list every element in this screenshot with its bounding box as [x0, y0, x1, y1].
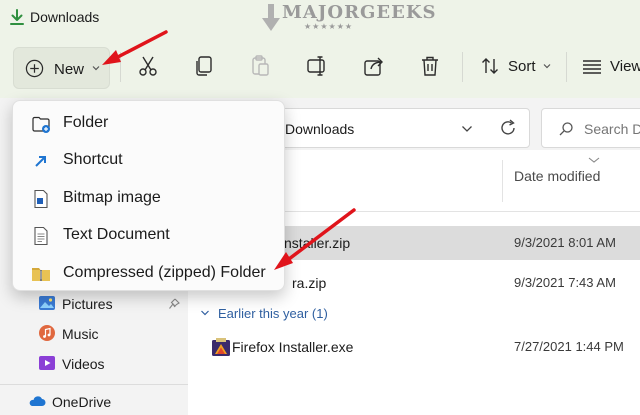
column-date-modified[interactable]: Date modified [514, 168, 600, 184]
download-icon [10, 9, 24, 25]
view-button-label: View [610, 58, 640, 75]
sort-icon [482, 58, 498, 74]
file-date: 7/27/2021 1:44 PM [514, 339, 624, 354]
file-name: Firefox Installer.exe [232, 339, 354, 355]
menu-item-label: Compressed (zipped) Folder [63, 264, 266, 281]
cloud-icon [29, 396, 46, 406]
command-bar: New Sort View [0, 38, 640, 98]
view-button[interactable]: View [578, 50, 640, 84]
firefox-installer-icon [212, 338, 230, 356]
group-header[interactable]: Earlier this year (1) [200, 306, 328, 321]
folder-new-icon [32, 116, 50, 133]
new-button-label: New [54, 61, 85, 78]
menu-item-text-document[interactable]: Text Document [17, 217, 282, 253]
view-list-icon [583, 60, 601, 74]
share-icon[interactable] [362, 54, 386, 78]
group-header-label: Earlier this year (1) [218, 306, 328, 321]
file-name: ra.zip [292, 275, 327, 291]
nav-item-music[interactable]: Music [38, 322, 188, 346]
nav-item-pictures[interactable]: Pictures [38, 292, 188, 316]
nav-item-label: Music [62, 326, 99, 342]
breadcrumb[interactable]: Downloads [285, 121, 354, 137]
menu-item-bitmap-image[interactable]: Bitmap image [17, 180, 282, 216]
new-button[interactable]: New [13, 47, 110, 89]
nav-item-label: Videos [62, 356, 105, 372]
window-title: Downloads [30, 9, 100, 25]
file-date: 9/3/2021 7:43 AM [514, 275, 616, 290]
watermark-stars: ★★★★★★ [304, 22, 354, 31]
refresh-icon[interactable] [498, 118, 518, 138]
toolbar-separator [462, 52, 463, 82]
column-divider [502, 160, 503, 202]
text-document-icon [34, 226, 48, 246]
cut-icon[interactable] [136, 54, 160, 78]
chevron-down-icon [201, 310, 209, 316]
menu-item-label: Bitmap image [63, 189, 161, 206]
search-icon [559, 122, 573, 136]
zip-folder-icon [32, 268, 50, 281]
menu-item-label: Text Document [63, 226, 170, 243]
search-input[interactable] [584, 119, 640, 139]
plus-circle-icon [25, 59, 44, 78]
nav-item-label: OneDrive [52, 394, 112, 410]
menu-item-label: Folder [63, 114, 109, 131]
search-box[interactable] [541, 108, 640, 148]
watermark-brand: MAJORGEEKS [282, 2, 437, 23]
nav-item-onedrive[interactable]: OneDrive [28, 390, 178, 414]
menu-item-folder[interactable]: Folder [17, 105, 282, 141]
shortcut-icon [35, 156, 46, 167]
rename-icon[interactable] [305, 54, 329, 78]
sort-button-label: Sort [508, 58, 536, 75]
music-icon [39, 325, 55, 341]
sort-button[interactable]: Sort [476, 50, 556, 84]
toolbar-separator [566, 52, 567, 82]
nav-item-videos[interactable]: Videos [38, 352, 188, 376]
nav-item-label: Pictures [62, 296, 113, 312]
chevron-down-icon [92, 66, 100, 71]
menu-item-compressed-folder[interactable]: Compressed (zipped) Folder [17, 255, 282, 291]
address-bar[interactable]: Downloads [270, 108, 530, 148]
delete-icon[interactable] [418, 54, 442, 78]
table-row[interactable]: Firefox Installer.exe 7/27/2021 1:44 PM [188, 330, 640, 364]
sort-indicator-icon [588, 157, 600, 163]
pin-icon[interactable] [168, 298, 180, 310]
menu-item-label: Shortcut [63, 151, 123, 168]
title-bar: Downloads MAJORGEEKS ★★★★★★ [0, 0, 640, 38]
chevron-down-icon[interactable] [461, 123, 473, 135]
copy-icon[interactable] [192, 54, 216, 78]
new-dropdown-menu: Folder Shortcut Bitmap image Text Docume… [12, 100, 285, 291]
nav-divider [0, 384, 188, 385]
menu-item-shortcut[interactable]: Shortcut [17, 142, 282, 178]
videos-icon [39, 356, 55, 370]
file-name: nstaller.zip [284, 235, 351, 251]
watermark: MAJORGEEKS ★★★★★★ [262, 2, 436, 36]
bitmap-icon [34, 189, 48, 209]
chevron-down-icon [543, 64, 551, 69]
watermark-logo-icon [262, 4, 280, 31]
toolbar-separator [120, 52, 121, 82]
paste-icon[interactable] [248, 54, 272, 78]
pictures-icon [39, 296, 55, 310]
file-date: 9/3/2021 8:01 AM [514, 235, 616, 250]
